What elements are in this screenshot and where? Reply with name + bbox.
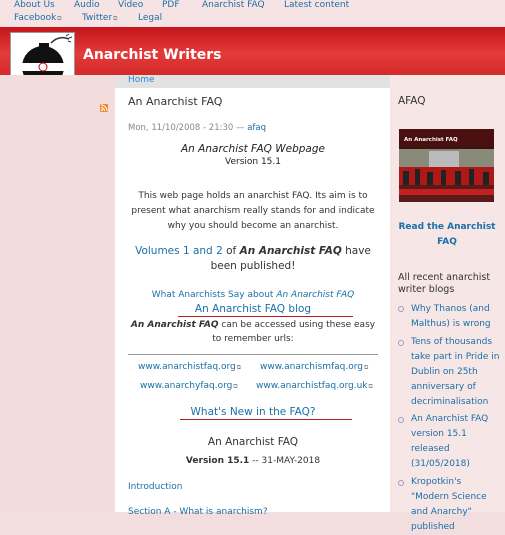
post-meta: Mon, 11/10/2008 - 21:30 — afaq: [128, 123, 266, 133]
nav-facebook-label[interactable]: Facebook: [14, 13, 56, 23]
faq-version-label: Version 15.1: [185, 456, 250, 466]
blog-item-pride-dublin[interactable]: Tens of thousands take part in Pride in …: [411, 335, 501, 410]
external-link-icon: ⧉: [233, 383, 238, 390]
volumes-announcement: Volumes 1 and 2 of An Anarchist FAQ have…: [128, 244, 378, 274]
sidebar-afaq-title: AFAQ: [398, 95, 426, 107]
nav-pdf[interactable]: PDF: [162, 0, 180, 10]
breadcrumb: Home: [115, 75, 390, 88]
intro-paragraph: This web page holds an anarchist FAQ. It…: [131, 191, 375, 231]
faq-version: Version 15.1: [225, 157, 281, 167]
url-text[interactable]: www.anarchistfaq.org: [138, 362, 236, 372]
post-date: Mon, 11/10/2008 - 21:30 —: [128, 123, 245, 133]
access-bold-title: An Anarchist FAQ: [130, 320, 219, 330]
nav-legal[interactable]: Legal: [138, 13, 162, 23]
url-text[interactable]: www.anarchistfaq.org.uk: [256, 381, 368, 391]
access-rest: can be accessed using these easy to reme…: [212, 320, 376, 344]
url-anarchistfaq-org[interactable]: www.anarchistfaq.org⧉: [138, 362, 241, 372]
url-text[interactable]: www.anarchismfaq.org: [260, 362, 363, 372]
wasa-link-text[interactable]: What Anarchists Say about: [152, 290, 274, 300]
url-anarchyfaq-org[interactable]: www.anarchyfaq.org⧉: [140, 381, 238, 391]
volumes-link[interactable]: Volumes 1 and 2: [135, 245, 223, 257]
breadcrumb-home[interactable]: Home: [128, 75, 155, 85]
whats-new-link[interactable]: What's New in the FAQ?: [128, 406, 378, 418]
rss-feed-icon[interactable]: [100, 104, 108, 112]
what-anarchists-say-link[interactable]: What Anarchists Say about An Anarchist F…: [128, 290, 378, 300]
volumes-of: of: [226, 245, 237, 257]
site-title[interactable]: Anarchist Writers: [83, 47, 221, 63]
faq-cover-graphic: An Anarchist FAQ: [399, 129, 494, 202]
section-a-link[interactable]: Section A - What is anarchism?: [128, 507, 268, 517]
external-link-icon: ⧉: [363, 364, 369, 371]
blog-bullet-icon: [398, 306, 404, 312]
left-sidebar: [0, 75, 115, 512]
external-link-icon: ⧉: [57, 15, 62, 22]
top-navigation: About Us Audio Video PDF Anarchist FAQ L…: [0, 0, 505, 27]
whats-new-underline: [180, 419, 352, 420]
external-link-icon: ⧉: [368, 383, 373, 390]
faq-release-date: -- 31-MAY-2018: [252, 456, 321, 466]
rss-icon-graphic: [100, 104, 108, 112]
nav-facebook[interactable]: Facebook⧉: [14, 13, 62, 23]
nav-anarchist-faq[interactable]: Anarchist FAQ: [202, 0, 265, 10]
nav-audio[interactable]: Audio: [74, 0, 100, 10]
blog-item-thanos[interactable]: Why Thanos (and Malthus) is wrong: [411, 302, 501, 332]
blog-bullet-icon: [398, 417, 404, 423]
nav-about-us[interactable]: About Us: [14, 0, 55, 10]
page-title: An Anarchist FAQ: [128, 95, 223, 108]
cover-title-text: An Anarchist FAQ: [404, 137, 458, 143]
post-author-link[interactable]: afaq: [247, 123, 266, 133]
faq-subtitle: An Anarchist FAQ: [207, 436, 299, 448]
recent-blogs-title: All recent anarchist writer blogs: [398, 272, 491, 295]
site-header: [0, 27, 505, 75]
nav-twitter-label[interactable]: Twitter: [82, 13, 112, 23]
external-link-icon: ⧉: [113, 15, 118, 22]
introduction-link[interactable]: Introduction: [128, 482, 183, 492]
blog-item-faq-release[interactable]: An Anarchist FAQ version 15.1 released (…: [411, 412, 501, 472]
wasa-link-emphasis[interactable]: An Anarchist FAQ: [276, 290, 354, 300]
blog-link-underline: [178, 316, 353, 317]
faq-version-date: Version 15.1 -- 31-MAY-2018: [128, 456, 378, 466]
url-anarchistfaq-org-uk[interactable]: www.anarchistfaq.org.uk⧉: [256, 381, 373, 391]
nav-latest-content[interactable]: Latest content: [284, 0, 349, 10]
url-anarchismfaq-org[interactable]: www.anarchismfaq.org⧉: [260, 362, 368, 372]
read-the-faq-link[interactable]: Read the Anarchist FAQ: [398, 220, 496, 250]
faq-blog-link[interactable]: An Anarchist FAQ blog: [128, 303, 378, 315]
faq-cover-image[interactable]: An Anarchist FAQ: [399, 129, 494, 202]
faq-page-heading: An Anarchist FAQ Webpage: [181, 143, 325, 155]
url-text[interactable]: www.anarchyfaq.org: [140, 381, 232, 391]
blog-bullet-icon: [398, 480, 404, 486]
blog-item-kropotkin[interactable]: Kropotkin's "Modern Science and Anarchy"…: [411, 475, 501, 535]
access-urls-text: An Anarchist FAQ can be accessed using t…: [128, 318, 378, 346]
nav-twitter[interactable]: Twitter⧉: [82, 13, 117, 23]
external-link-icon: ⧉: [236, 364, 242, 371]
blog-bullet-icon: [398, 340, 404, 346]
nav-video[interactable]: Video: [118, 0, 143, 10]
volumes-bold-title: An Anarchist FAQ: [239, 245, 342, 257]
url-table-top-divider: [128, 354, 378, 355]
